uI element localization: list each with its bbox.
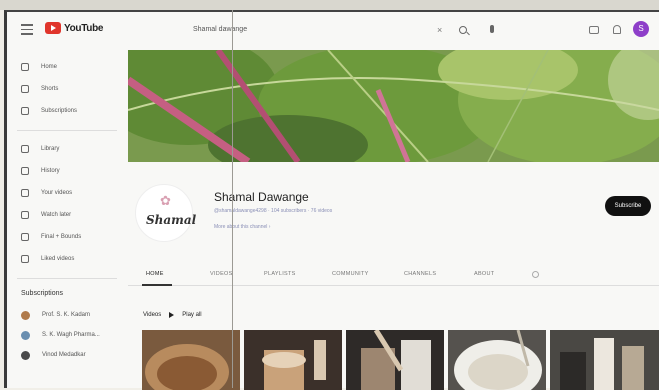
video-thumbnail[interactable] [244,330,342,390]
tab-about[interactable]: ABOUT [474,271,494,277]
your-videos-icon [21,189,29,197]
channel-banner [128,50,659,162]
create-video-icon[interactable] [589,26,599,34]
video-thumbnails [142,330,659,390]
search-icon[interactable] [459,26,467,34]
watch-later-icon [21,211,29,219]
youtube-play-icon [45,22,61,34]
subscription-item[interactable]: Prof. S. K. Kadam [21,308,90,322]
channel-avatar [21,310,30,320]
playlist-icon [21,233,29,241]
sidebar-item-history[interactable]: History [21,164,60,178]
subscriptions-heading: Subscriptions [21,290,64,297]
like-icon [21,255,29,263]
tab-videos[interactable]: VIDEOS [210,271,233,277]
sidebar-item-subscriptions[interactable]: Subscriptions [21,104,77,118]
sidebar-item-shorts[interactable]: Shorts [21,82,58,96]
play-all-icon[interactable] [169,312,175,318]
shorts-icon [21,85,29,93]
history-icon [21,167,29,175]
search-input[interactable]: Shamal dawange [193,26,247,33]
sidebar-item-library[interactable]: Library [21,142,59,156]
sidebar-item-watch-later[interactable]: Watch later [21,208,71,222]
video-thumbnail[interactable] [142,330,240,390]
youtube-wordmark: YouTube [64,22,104,34]
channel-more-link[interactable]: More about this channel › [214,224,270,230]
hamburger-menu-icon[interactable] [21,24,33,35]
video-thumbnail[interactable] [448,330,546,390]
top-bar: YouTube Shamal dawange × S [7,12,659,50]
sidebar-item-playlist[interactable]: Final + Bounds [21,230,81,244]
video-thumbnail[interactable] [346,330,444,390]
active-tab-indicator [142,284,172,286]
subscriptions-icon [21,107,29,115]
channel-search-icon[interactable] [532,271,539,278]
channel-logo-text: Shamal [146,213,197,227]
sidebar: Home Shorts Subscriptions Library Histor… [7,50,125,390]
channel-name: Shamal Dawange [214,190,309,204]
home-icon [21,63,29,71]
play-all-button[interactable]: Play all [182,312,201,318]
sidebar-item-liked-videos[interactable]: Liked videos [21,252,74,266]
photo-crease [232,10,233,388]
clear-search-icon[interactable]: × [437,25,442,35]
subscription-item[interactable]: S. K. Wagh Pharma... [21,328,100,342]
flower-icon: ✿ [160,193,171,208]
sidebar-divider [17,130,117,131]
youtube-logo[interactable]: YouTube [45,22,104,34]
videos-heading: Videos [143,312,162,318]
notifications-icon[interactable] [613,25,621,34]
sidebar-item-your-videos[interactable]: Your videos [21,186,72,200]
subscribe-button[interactable]: Subscribe [605,196,651,216]
video-thumbnail[interactable] [550,330,659,390]
channel-avatar [21,350,30,360]
sidebar-divider [17,278,117,279]
tab-home[interactable]: HOME [146,271,164,277]
account-avatar[interactable]: S [633,21,649,37]
tab-community[interactable]: COMMUNITY [332,271,369,277]
browser-screen: YouTube Shamal dawange × S Home Shorts S… [4,10,659,390]
channel-avatar [21,330,30,340]
microphone-icon[interactable] [490,25,494,33]
library-icon [21,145,29,153]
channel-tabs: HOME VIDEOS PLAYLISTS COMMUNITY CHANNELS… [128,268,659,286]
tab-channels[interactable]: CHANNELS [404,271,436,277]
sidebar-item-home[interactable]: Home [21,60,57,74]
tab-playlists[interactable]: PLAYLISTS [264,271,296,277]
videos-section-header: Videos Play all [143,312,202,318]
banner-leaves-image [128,50,659,162]
top-strip [0,0,659,10]
channel-logo[interactable]: ✿ Shamal [135,184,197,242]
subscription-item[interactable]: Vinod Medadkar [21,348,86,362]
